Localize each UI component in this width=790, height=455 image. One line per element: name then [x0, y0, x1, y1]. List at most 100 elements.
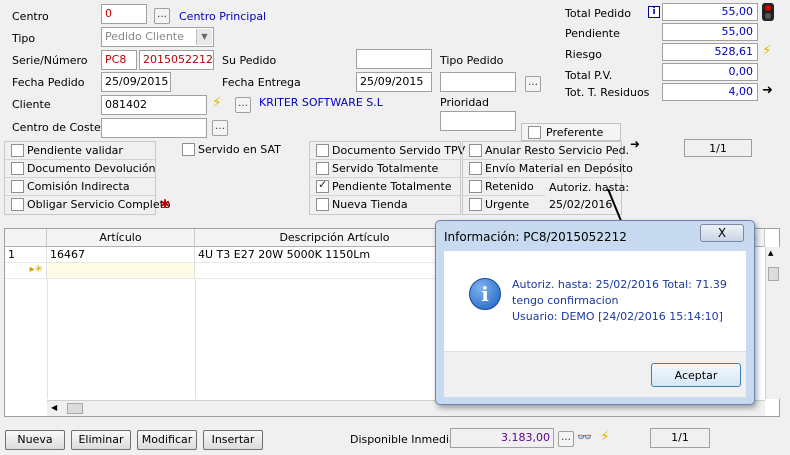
- preferente-checkbox[interactable]: Preferente: [521, 123, 621, 141]
- modificar-button[interactable]: Modificar: [137, 430, 197, 450]
- check-doc-servido-tpv[interactable]: Documento Servido TPV: [310, 142, 465, 160]
- serie-label: Serie/Número: [12, 54, 88, 67]
- grid-vline-2: [195, 279, 196, 399]
- prioridad-input[interactable]: [440, 111, 516, 131]
- tot-residuos-label: Tot. T. Residuos: [565, 86, 650, 99]
- header-panel: Centro 0 … Centro Principal Tipo Pedido …: [0, 0, 790, 222]
- dialog-line: Usuario: DEMO [24/02/2016 15:14:10]: [512, 310, 723, 323]
- chevron-down-icon[interactable]: ▼: [196, 29, 212, 45]
- fecha-entrega-input[interactable]: 25/09/2015: [356, 72, 432, 92]
- grid-header-descripcion[interactable]: Descripción Artículo: [195, 229, 475, 247]
- check-anular-resto[interactable]: Anular Resto Servicio Ped.: [463, 142, 629, 160]
- tipo-label: Tipo: [12, 32, 36, 45]
- check-pendiente-validar[interactable]: Pendiente validar: [5, 142, 155, 160]
- check-urgente[interactable]: Urgente: [463, 196, 545, 214]
- check-retenido[interactable]: Retenido: [463, 178, 545, 196]
- dialog-line: tengo confirmacion: [512, 294, 619, 307]
- cell-articulo[interactable]: 16467: [47, 247, 195, 263]
- centro-coste-lookup-button[interactable]: …: [212, 120, 228, 136]
- grid-header-articulo[interactable]: Artículo: [47, 229, 195, 247]
- checkmark-icon: ✓: [318, 178, 328, 191]
- fecha-pedido-input[interactable]: 25/09/2015: [101, 72, 171, 92]
- tot-residuos-value: 4,00: [662, 83, 758, 101]
- dialog-message: Autoriz. hasta: 25/02/2016 Total: 71.39 …: [512, 277, 727, 325]
- scroll-up-icon[interactable]: ▲: [768, 249, 773, 257]
- centro-name: Centro Principal: [179, 10, 267, 23]
- fecha-entrega-label: Fecha Entrega: [222, 76, 301, 89]
- cell-descripcion-new[interactable]: [195, 263, 475, 279]
- lightning-icon[interactable]: ⚡: [600, 429, 610, 445]
- centro-coste-label: Centro de Coste: [12, 121, 101, 134]
- arrow-right-icon[interactable]: ➜: [630, 137, 640, 151]
- scroll-thumb[interactable]: [768, 267, 779, 281]
- info-small-icon[interactable]: i: [648, 6, 660, 18]
- fecha-pedido-label: Fecha Pedido: [12, 76, 85, 89]
- vertical-scrollbar[interactable]: ▲: [765, 247, 780, 399]
- disponible-value: 3.183,00: [450, 428, 554, 448]
- lightning-icon[interactable]: ⚡: [762, 43, 772, 59]
- dialog-footer: Aceptar: [444, 351, 746, 397]
- tipo-pedido-lookup-button[interactable]: …: [525, 76, 541, 92]
- pendiente-value: 55,00: [662, 23, 758, 41]
- arrow-right-icon[interactable]: ➜: [762, 83, 773, 98]
- serie-input[interactable]: PC8: [101, 50, 137, 70]
- riesgo-value: 528,61: [662, 43, 758, 61]
- grid-vline-1: [47, 279, 48, 399]
- eliminar-button[interactable]: Eliminar: [71, 430, 131, 450]
- total-pv-value: 0,00: [662, 63, 758, 81]
- row-number: 1: [5, 247, 47, 263]
- ok-button[interactable]: Aceptar: [651, 363, 741, 387]
- cliente-name: KRITER SOFTWARE S.L: [259, 96, 383, 109]
- total-pedido-label: Total Pedido: [565, 7, 631, 20]
- prioridad-label: Prioridad: [440, 96, 490, 109]
- dialog-close-button[interactable]: X: [700, 224, 744, 242]
- check-obligar-servicio[interactable]: Obligar Servicio Completo: [5, 196, 171, 214]
- new-row-indicator: ▸✳: [5, 263, 47, 279]
- nueva-button[interactable]: Nueva: [5, 430, 65, 450]
- checks-col3: Documento Servido TPV Servido Totalmente…: [309, 141, 465, 215]
- pendiente-label: Pendiente: [565, 27, 620, 40]
- traffic-light-icon: [762, 3, 774, 21]
- preferente-box: [528, 126, 541, 139]
- total-pv-label: Total P.V.: [565, 69, 613, 82]
- preferente-label: Preferente: [546, 126, 604, 139]
- checks-col2: Servido en SAT: [176, 141, 308, 159]
- check-pendiente-totalmente[interactable]: ✓ Pendiente Totalmente: [310, 178, 460, 196]
- riesgo-label: Riesgo: [565, 48, 602, 61]
- check-servido-totalmente[interactable]: Servido Totalmente: [310, 160, 460, 178]
- cliente-lookup-button[interactable]: …: [235, 97, 251, 113]
- dialog-body: i Autoriz. hasta: 25/02/2016 Total: 71.3…: [444, 251, 746, 351]
- centro-code-input[interactable]: 0: [101, 4, 147, 24]
- bottom-page-indicator: 1/1: [650, 428, 710, 448]
- disponible-lookup-button[interactable]: …: [558, 431, 574, 447]
- cliente-code-input[interactable]: 081402: [101, 95, 207, 115]
- check-comision-indirecta[interactable]: Comisión Indirecta: [5, 178, 155, 196]
- centro-coste-input[interactable]: [101, 118, 207, 138]
- grid-header-num: [5, 229, 47, 247]
- check-envio-deposito[interactable]: Envío Material en Depósito: [463, 160, 633, 178]
- insertar-button[interactable]: Insertar: [203, 430, 263, 450]
- scroll-left-icon[interactable]: ◀: [51, 403, 57, 412]
- checks-col1: Pendiente validar Documento Devolución C…: [4, 141, 171, 215]
- binoculars-icon[interactable]: 👓: [577, 430, 592, 444]
- centro-label: Centro: [12, 10, 49, 23]
- su-pedido-label: Su Pedido: [222, 54, 277, 67]
- cliente-label: Cliente: [12, 98, 51, 111]
- tipo-pedido-input[interactable]: [440, 72, 516, 92]
- centro-lookup-button[interactable]: …: [154, 8, 170, 24]
- scroll-thumb-h[interactable]: [67, 403, 83, 414]
- check-servido-sat[interactable]: Servido en SAT: [176, 141, 306, 159]
- form-page-indicator: 1/1: [684, 139, 752, 157]
- su-pedido-input[interactable]: [356, 49, 432, 69]
- checks-col4: Anular Resto Servicio Ped. Envío Materia…: [462, 141, 633, 215]
- cell-articulo-new[interactable]: [47, 263, 195, 279]
- lightning-icon[interactable]: ⚡: [212, 95, 222, 111]
- cell-descripcion[interactable]: 4U T3 E27 20W 5000K 1150Lm: [195, 247, 475, 263]
- check-nueva-tienda[interactable]: Nueva Tienda: [310, 196, 460, 214]
- warning-icon: ✱: [160, 197, 171, 211]
- info-dialog[interactable]: Información: PC8/2015052212 X i Autoriz.…: [435, 220, 755, 405]
- dialog-title: Información: PC8/2015052212: [444, 230, 627, 244]
- dialog-line: Autoriz. hasta: 25/02/2016 Total: 71.39: [512, 278, 727, 291]
- check-documento-devolucion[interactable]: Documento Devolución: [5, 160, 156, 178]
- numero-input[interactable]: 2015052212: [139, 50, 214, 70]
